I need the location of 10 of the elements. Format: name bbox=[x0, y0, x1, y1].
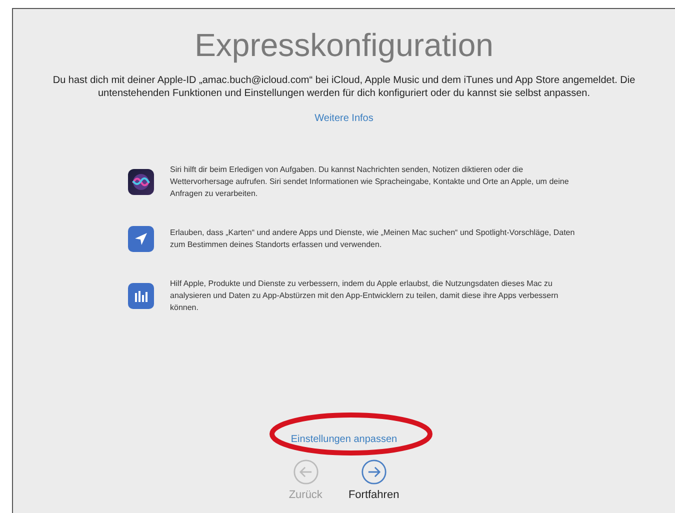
more-info-link[interactable]: Weitere Infos bbox=[314, 113, 374, 124]
continue-button[interactable]: Fortfahren bbox=[348, 459, 400, 501]
feature-description: Siri hilft dir beim Erledigen von Aufgaben. Du kannst Nachrichten senden, Notizen diktieren oder die Wettervorhersage aufrufen. Siri sendet Informationen wie Spracheingabe, Kontakte und Orte an Apple, um deine Anfragen zu verarbeiten. bbox=[170, 164, 570, 200]
siri-icon bbox=[128, 169, 154, 195]
feature-description: Hilf Apple, Produkte und Dienste zu verbessern, indem du Apple erlaubst, die Nutzungsdaten dieses Mac zu analysieren und Daten zu App-Abstürzen mit den App-Entwicklern zu teilen, damit diese ihre Apps verbessern können. bbox=[170, 278, 560, 314]
intro-text: Du hast dich mit deiner Apple-ID „amac.buch@icloud.com“ bei iCloud, Apple Music und dem iTunes und App Store angemeldet. Die untenstehenden Funktionen und Einstellungen werden für dich konfiguriert oder du kannst sie selbst anpassen. bbox=[52, 74, 636, 100]
feature-description: Erlauben, dass „Karten“ und andere Apps und Dienste, wie „Meinen Mac suchen“ und Spotlight-Vorschläge, Daten zum Bestimmen deines Standorts erfassen und verwenden. bbox=[170, 227, 576, 251]
bar-chart-icon bbox=[128, 283, 154, 309]
window-title: Expresskonfiguration bbox=[194, 27, 494, 64]
customize-settings-link[interactable]: Einstellungen anpassen bbox=[290, 434, 398, 445]
